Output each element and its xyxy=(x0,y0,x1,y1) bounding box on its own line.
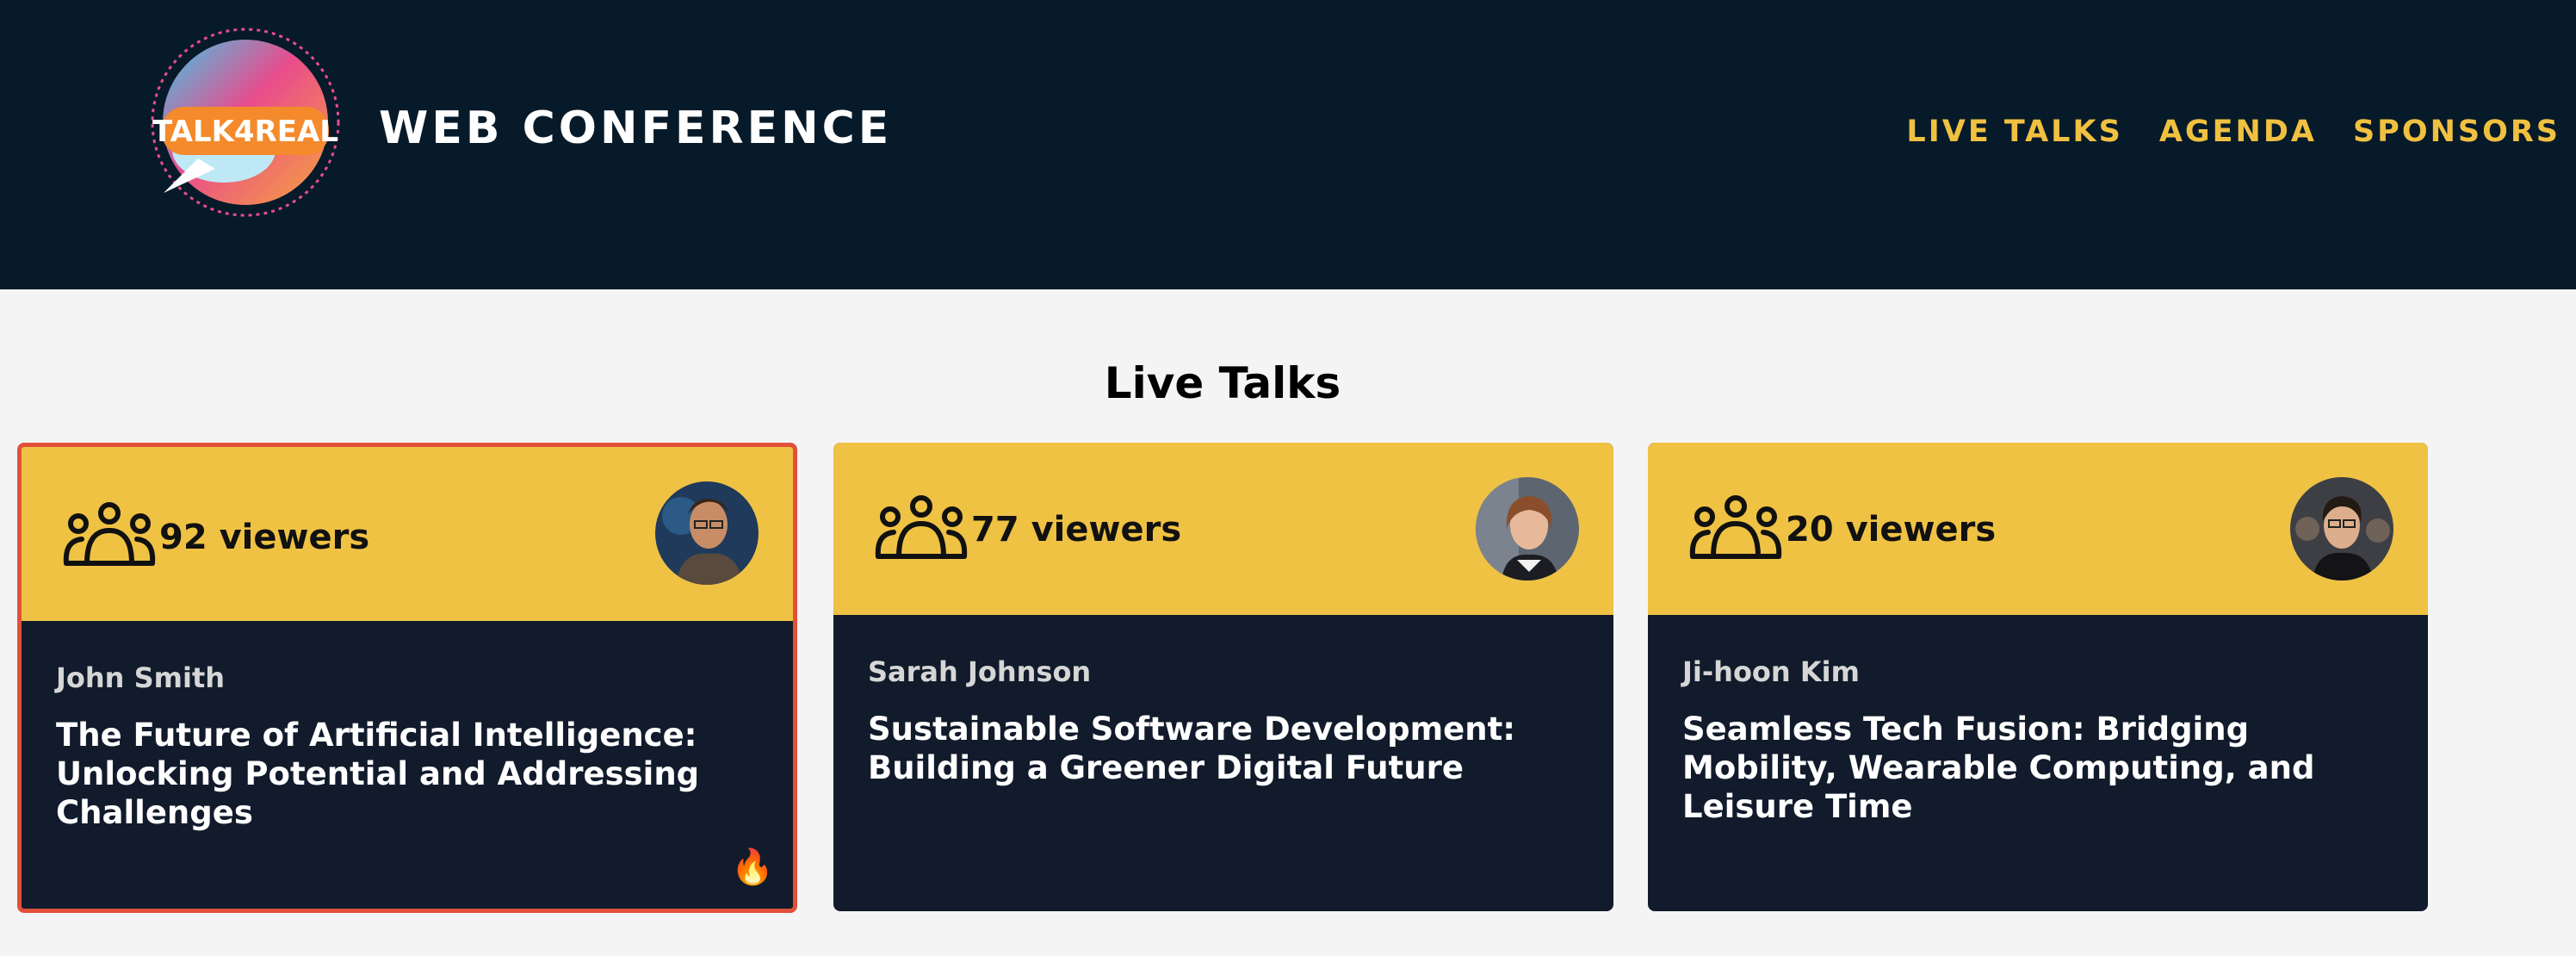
site-title: WEB CONFERENCE xyxy=(379,102,893,154)
talk4real-logo[interactable]: TALK4REAL xyxy=(138,21,353,227)
site-header: TALK4REAL WEB CONFERENCE LIVE TALKS AGEN… xyxy=(0,0,2576,289)
nav-sponsors[interactable]: SPONSORS xyxy=(2353,110,2561,153)
speaker-name: John Smith xyxy=(56,661,226,694)
card-header: 77 viewers xyxy=(833,443,1613,615)
svg-text:TALK4REAL: TALK4REAL xyxy=(152,115,338,149)
card-header: 20 viewers xyxy=(1648,443,2428,615)
talk-title: The Future of Artificial Intelligence: U… xyxy=(56,717,700,831)
viewer-count: 77 viewers xyxy=(971,510,1182,549)
viewers-icon xyxy=(63,502,156,566)
viewer-count: 20 viewers xyxy=(1786,510,1997,549)
viewers-icon xyxy=(1689,495,1782,559)
main-nav: LIVE TALKS AGENDA SPONSORS xyxy=(1906,110,2561,153)
speaker-avatar xyxy=(1476,477,1579,580)
talk-card[interactable]: 92 viewers John Smith The Future of Arti… xyxy=(17,443,797,913)
nav-live-talks[interactable]: LIVE TALKS xyxy=(1906,110,2122,153)
viewers-icon xyxy=(875,495,968,559)
speaker-name: Ji-hoon Kim xyxy=(1682,655,1860,688)
speaker-name: Sarah Johnson xyxy=(868,655,1092,688)
talk-card[interactable]: 77 viewers Sarah Johnson Sustainable Sof… xyxy=(833,443,1613,911)
section-title: Live Talks xyxy=(1104,358,1341,408)
nav-agenda[interactable]: AGENDA xyxy=(2159,110,2317,153)
viewer-count: 92 viewers xyxy=(159,518,370,557)
card-header: 92 viewers xyxy=(22,447,793,621)
talk-title: Seamless Tech Fusion: Bridging Mobility,… xyxy=(1682,711,2315,825)
fire-icon: 🔥 xyxy=(731,847,774,887)
talk-title: Sustainable Software Development: Buildi… xyxy=(868,711,1516,786)
speaker-avatar xyxy=(2290,477,2393,580)
talk-card[interactable]: 20 viewers Ji-hoon Kim Seamless Tech Fus… xyxy=(1648,443,2428,911)
speaker-avatar xyxy=(655,481,759,585)
